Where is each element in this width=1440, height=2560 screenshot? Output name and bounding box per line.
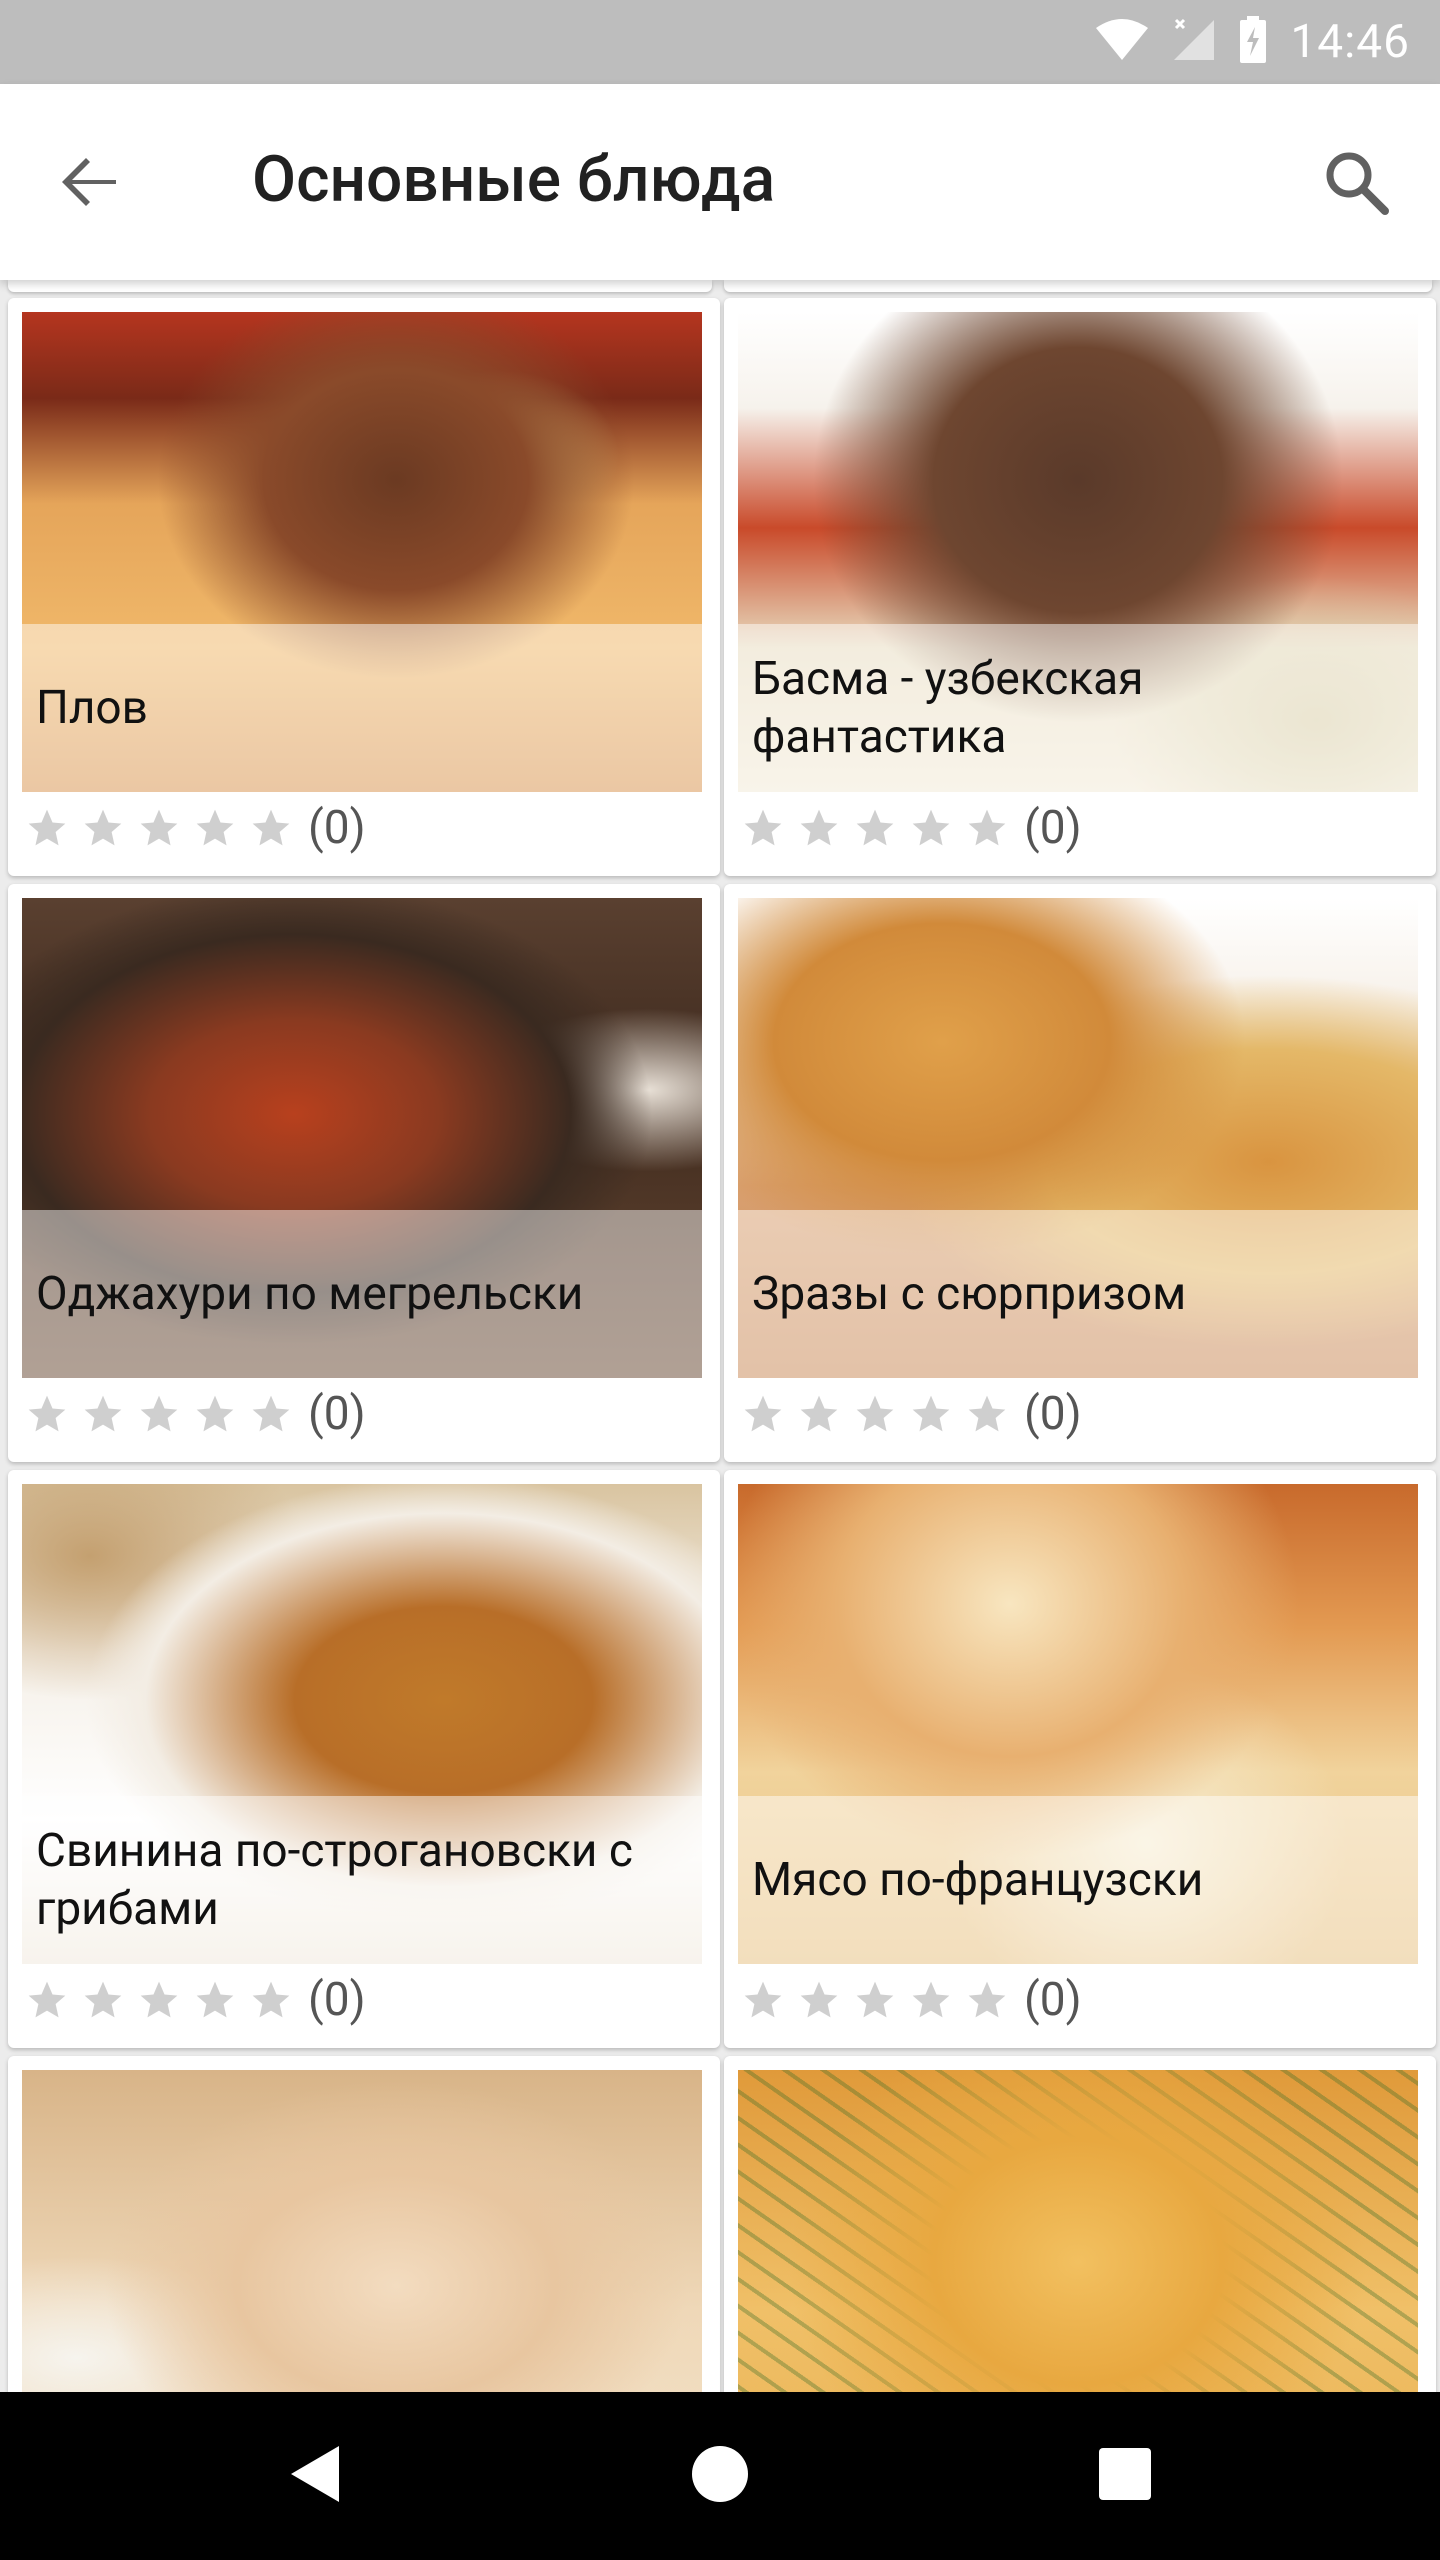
recipe-card[interactable]: Зразы с сюрпризом (0): [724, 884, 1436, 1462]
nav-recents-icon: [1095, 2444, 1155, 2508]
status-bar: 14:46: [0, 0, 1440, 84]
star-icon[interactable]: [906, 803, 956, 853]
recipe-image: [738, 2070, 1418, 2392]
star-icon[interactable]: [246, 1975, 296, 2025]
title-overlay: Свинина по-строгановски с грибами: [22, 1796, 702, 1964]
star-icon[interactable]: [78, 803, 128, 853]
recipe-image: [22, 2070, 702, 2392]
battery-icon: [1238, 15, 1268, 69]
rating-count: (0): [1024, 1973, 1082, 2027]
card-edge: [8, 280, 712, 292]
search-icon: [1323, 149, 1389, 219]
recipe-image: Зразы с сюрпризом: [738, 898, 1418, 1378]
recipe-image: Оджахури по мегрельски: [22, 898, 702, 1378]
star-icon[interactable]: [962, 1389, 1012, 1439]
recipe-card[interactable]: Оджахури по мегрельски (0): [8, 884, 720, 1462]
rating-row[interactable]: (0): [738, 1384, 1082, 1444]
star-icon[interactable]: [190, 1389, 240, 1439]
title-overlay: Мясо по-французски: [738, 1796, 1418, 1964]
star-icon[interactable]: [906, 1975, 956, 2025]
rating-row[interactable]: (0): [738, 1970, 1082, 2030]
star-icon[interactable]: [794, 1389, 844, 1439]
star-icon[interactable]: [22, 803, 72, 853]
star-icon[interactable]: [246, 803, 296, 853]
back-button[interactable]: [50, 144, 130, 224]
star-icon[interactable]: [134, 1389, 184, 1439]
star-icon[interactable]: [850, 803, 900, 853]
rating-row[interactable]: (0): [22, 798, 366, 858]
app-bar: Основные блюда: [0, 84, 1440, 280]
star-icon[interactable]: [962, 803, 1012, 853]
search-button[interactable]: [1314, 142, 1398, 226]
rating-count: (0): [308, 1973, 366, 2027]
star-icon[interactable]: [246, 1389, 296, 1439]
rating-count: (0): [308, 801, 366, 855]
recipe-image: Плов: [22, 312, 702, 792]
rating-count: (0): [308, 1387, 366, 1441]
star-icon[interactable]: [850, 1389, 900, 1439]
recipe-card[interactable]: Свинина по-строгановски с грибами (0): [8, 1470, 720, 2048]
rating-row[interactable]: (0): [22, 1384, 366, 1444]
recipe-image: Свинина по-строгановски с грибами: [22, 1484, 702, 1964]
title-overlay: Оджахури по мегрельски: [22, 1210, 702, 1378]
recipe-title: Мясо по-французски: [752, 1853, 1204, 1907]
star-icon[interactable]: [78, 1975, 128, 2025]
recipe-card[interactable]: Басма - узбекская фантастика (0): [724, 298, 1436, 876]
recipe-card[interactable]: [724, 2056, 1436, 2392]
title-overlay: Басма - узбекская фантастика: [738, 624, 1418, 792]
rating-count: (0): [1024, 1387, 1082, 1441]
recipe-title: Зразы с сюрпризом: [752, 1267, 1187, 1321]
star-icon[interactable]: [962, 1975, 1012, 2025]
recipe-title: Плов: [36, 681, 148, 735]
nav-home-button[interactable]: [680, 2436, 760, 2516]
nav-recents-button[interactable]: [1085, 2436, 1165, 2516]
page-title: Основные блюда: [252, 142, 776, 217]
recipe-card[interactable]: Мясо по-французски (0): [724, 1470, 1436, 2048]
recipe-card[interactable]: Плов (0): [8, 298, 720, 876]
star-icon[interactable]: [850, 1975, 900, 2025]
star-icon[interactable]: [190, 1975, 240, 2025]
signal-icon: [1172, 18, 1216, 66]
wifi-icon: [1094, 18, 1150, 66]
status-icons: 14:46: [1094, 14, 1410, 70]
star-icon[interactable]: [906, 1389, 956, 1439]
recipe-card[interactable]: [8, 2056, 720, 2392]
recipe-title: Свинина по-строгановски с грибами: [36, 1824, 633, 1936]
nav-home-icon: [688, 2442, 752, 2510]
arrow-back-icon: [58, 150, 122, 218]
star-icon[interactable]: [794, 1975, 844, 2025]
star-icon[interactable]: [738, 803, 788, 853]
title-overlay: Плов: [22, 624, 702, 792]
recipe-title: Оджахури по мегрельски: [36, 1267, 584, 1321]
rating-row[interactable]: (0): [738, 798, 1082, 858]
nav-back-button[interactable]: [275, 2436, 355, 2516]
status-time: 14:46: [1290, 15, 1410, 69]
star-icon[interactable]: [78, 1389, 128, 1439]
rating-count: (0): [1024, 801, 1082, 855]
star-icon[interactable]: [190, 803, 240, 853]
title-overlay: Зразы с сюрпризом: [738, 1210, 1418, 1378]
star-icon[interactable]: [22, 1389, 72, 1439]
recipe-title: Басма - узбекская фантастика: [752, 652, 1144, 764]
nav-back-icon: [285, 2442, 345, 2510]
star-icon[interactable]: [738, 1389, 788, 1439]
card-edge: [724, 280, 1432, 292]
star-icon[interactable]: [738, 1975, 788, 2025]
rating-row[interactable]: (0): [22, 1970, 366, 2030]
star-icon[interactable]: [134, 803, 184, 853]
star-icon[interactable]: [794, 803, 844, 853]
star-icon[interactable]: [134, 1975, 184, 2025]
navigation-bar: [0, 2392, 1440, 2560]
star-icon[interactable]: [22, 1975, 72, 2025]
recipe-image: Мясо по-французски: [738, 1484, 1418, 1964]
recipe-image: Басма - узбекская фантастика: [738, 312, 1418, 792]
recipe-grid[interactable]: Плов (0) Басма - узбекская фантастика (0…: [0, 280, 1440, 2392]
